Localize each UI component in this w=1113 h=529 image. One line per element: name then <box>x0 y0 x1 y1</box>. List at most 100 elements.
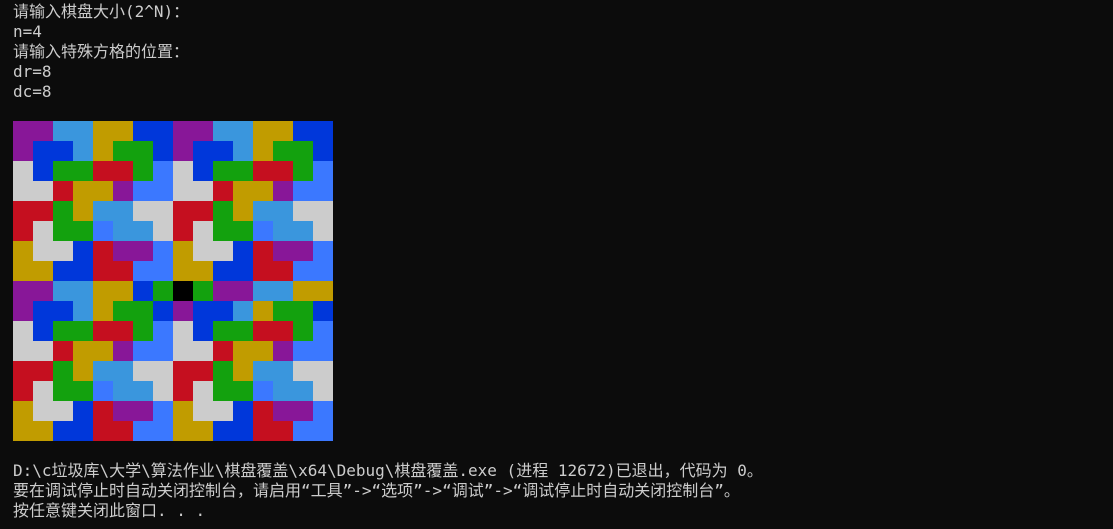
board-cell <box>53 361 73 381</box>
board-cell <box>73 341 93 361</box>
board-cell <box>313 301 333 321</box>
board-cell <box>213 201 233 221</box>
board-cell <box>93 301 113 321</box>
board-cell <box>173 421 193 441</box>
board-cell <box>53 321 73 341</box>
board-cell <box>113 281 133 301</box>
chessboard-output <box>13 121 333 441</box>
board-cell <box>273 421 293 441</box>
board-cell <box>133 181 153 201</box>
board-cell <box>193 321 213 341</box>
board-cell <box>153 121 173 141</box>
board-cell <box>213 141 233 161</box>
board-cell <box>213 361 233 381</box>
board-cell <box>153 221 173 241</box>
board-cell <box>293 141 313 161</box>
board-cell <box>173 161 193 181</box>
board-cell <box>313 421 333 441</box>
board-cell <box>153 261 173 281</box>
board-cell <box>293 181 313 201</box>
board-cell <box>133 421 153 441</box>
board-cell <box>253 181 273 201</box>
board-cell <box>273 201 293 221</box>
board-cell <box>273 161 293 181</box>
board-cell <box>73 121 93 141</box>
board-cell <box>33 121 53 141</box>
board-cell <box>93 141 113 161</box>
board-cell <box>273 341 293 361</box>
board-cell <box>233 121 253 141</box>
board-cell <box>273 361 293 381</box>
board-cell <box>73 141 93 161</box>
board-cell <box>93 261 113 281</box>
board-cell <box>193 141 213 161</box>
board-cell <box>293 241 313 261</box>
board-cell <box>113 141 133 161</box>
board-cell <box>133 221 153 241</box>
board-cell <box>253 321 273 341</box>
board-cell <box>13 241 33 261</box>
board-cell <box>33 321 53 341</box>
board-cell <box>13 361 33 381</box>
board-cell <box>273 181 293 201</box>
board-cell <box>13 381 33 401</box>
board-cell <box>93 421 113 441</box>
board-cell <box>73 241 93 261</box>
board-cell <box>113 381 133 401</box>
board-cell <box>53 381 73 401</box>
board-cell <box>253 421 273 441</box>
board-cell <box>133 201 153 221</box>
board-cell <box>93 221 113 241</box>
board-cell <box>313 321 333 341</box>
board-cell <box>153 421 173 441</box>
board-cell <box>153 181 173 201</box>
board-cell <box>93 121 113 141</box>
board-cell <box>193 201 213 221</box>
board-cell <box>13 201 33 221</box>
board-cell <box>193 261 213 281</box>
board-cell <box>253 161 273 181</box>
board-cell <box>313 221 333 241</box>
board-cell <box>153 401 173 421</box>
board-cell <box>213 321 233 341</box>
board-cell <box>173 261 193 281</box>
board-cell <box>53 221 73 241</box>
board-cell <box>233 241 253 261</box>
board-cell <box>133 121 153 141</box>
board-cell <box>153 281 173 301</box>
board-cell <box>313 361 333 381</box>
board-cell <box>273 321 293 341</box>
board-cell <box>193 281 213 301</box>
board-cell <box>273 301 293 321</box>
board-cell <box>313 261 333 281</box>
board-cell <box>53 181 73 201</box>
board-cell <box>33 161 53 181</box>
board-cell <box>213 301 233 321</box>
board-cell <box>113 361 133 381</box>
board-cell <box>33 361 53 381</box>
chessboard-grid <box>13 121 333 441</box>
board-cell <box>73 381 93 401</box>
board-cell <box>253 241 273 261</box>
board-cell <box>213 221 233 241</box>
board-cell <box>93 321 113 341</box>
board-cell <box>273 141 293 161</box>
board-cell <box>33 201 53 221</box>
board-cell <box>293 281 313 301</box>
board-cell <box>253 381 273 401</box>
board-cell <box>53 241 73 261</box>
board-cell <box>273 281 293 301</box>
board-cell <box>33 381 53 401</box>
board-cell <box>253 261 273 281</box>
board-cell <box>233 361 253 381</box>
board-cell <box>173 341 193 361</box>
board-cell <box>113 201 133 221</box>
board-cell <box>253 121 273 141</box>
board-cell <box>213 401 233 421</box>
board-cell <box>13 281 33 301</box>
board-cell <box>73 361 93 381</box>
board-cell <box>13 401 33 421</box>
board-cell <box>293 261 313 281</box>
board-cell <box>113 261 133 281</box>
board-cell <box>153 301 173 321</box>
